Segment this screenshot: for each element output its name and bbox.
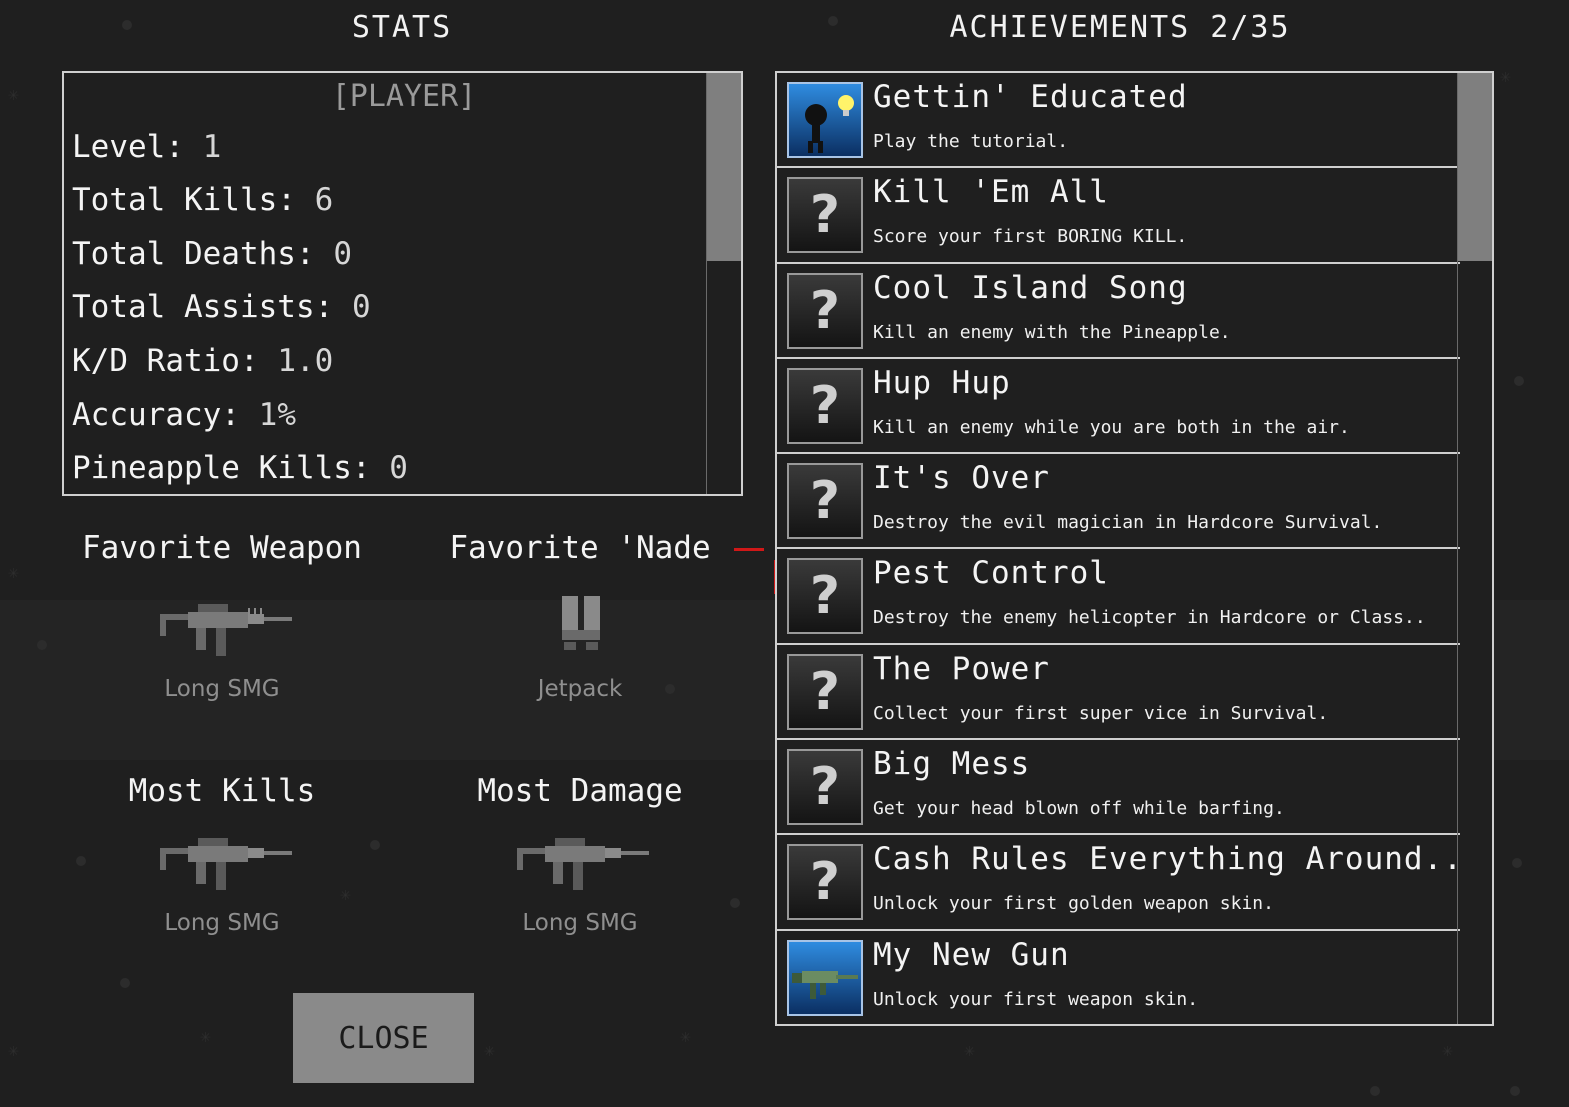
achievement-desc: Kill an enemy with the Pineapple. bbox=[873, 321, 1231, 343]
achievements-list: Gettin' Educated Play the tutorial. ? Ki… bbox=[777, 73, 1463, 1024]
long-smg-icon bbox=[517, 838, 649, 890]
achievement-row[interactable]: ? Kill 'Em All Score your first BORING K… bbox=[777, 168, 1460, 264]
stats-scrollbar-thumb[interactable] bbox=[707, 73, 741, 261]
achievement-desc: Kill an enemy while you are both in the … bbox=[873, 416, 1350, 438]
rifle-icon bbox=[787, 939, 863, 1016]
stats-heading: STATS bbox=[351, 10, 453, 45]
achievement-desc: Destroy the evil magician in Hardcore Su… bbox=[873, 512, 1383, 534]
stat-level: Level: 1 bbox=[72, 129, 222, 165]
stat-pineapple-kills: Pineapple Kills: 0 bbox=[72, 450, 408, 486]
stat-accuracy: Accuracy: 1% bbox=[72, 397, 296, 433]
achievement-desc: Unlock your first weapon skin. bbox=[873, 988, 1199, 1010]
jetpack-icon bbox=[562, 596, 600, 650]
achievement-desc: Unlock your first golden weapon skin. bbox=[873, 893, 1274, 915]
achievement-desc: Get your head blown off while barfing. bbox=[873, 798, 1285, 820]
most-damage-title: Most Damage bbox=[477, 773, 683, 809]
achievement-title: Pest Control bbox=[873, 555, 1109, 592]
achievement-desc: Play the tutorial. bbox=[873, 131, 1069, 152]
achievement-title: The Power bbox=[873, 650, 1050, 687]
achievement-desc: Score your first BORING KILL. bbox=[873, 226, 1188, 248]
stats-panel: [PLAYER] Level: 1 Total Kills: 6 Total D… bbox=[62, 71, 743, 496]
most-damage-weapon-name: Long SMG bbox=[522, 910, 638, 936]
achievement-row[interactable]: ? Big Mess Get your head blown off while… bbox=[777, 740, 1460, 836]
question-mark-icon: ? bbox=[787, 749, 863, 826]
achievement-title: Cash Rules Everything Around.. bbox=[873, 841, 1463, 878]
achievement-desc: Collect your first super vice in Surviva… bbox=[873, 702, 1329, 724]
achievement-title: Gettin' Educated bbox=[873, 79, 1188, 115]
achievement-title: It's Over bbox=[873, 460, 1050, 497]
achievement-row[interactable]: ? Cash Rules Everything Around.. Unlock … bbox=[777, 835, 1463, 931]
achievement-title: Kill 'Em All bbox=[873, 174, 1109, 211]
achievements-panel: Gettin' Educated Play the tutorial. ? Ki… bbox=[775, 71, 1494, 1026]
selection-marker bbox=[734, 548, 764, 551]
achievement-title: My New Gun bbox=[873, 936, 1070, 973]
achievements-heading: ACHIEVEMENTS 2/35 bbox=[949, 10, 1291, 45]
stat-total-assists: Total Assists: 0 bbox=[72, 289, 371, 325]
question-mark-icon: ? bbox=[787, 463, 863, 540]
favorite-nade-name: Jetpack bbox=[537, 676, 623, 702]
achievement-title: Cool Island Song bbox=[873, 269, 1188, 306]
stickman-lightbulb-icon bbox=[787, 82, 863, 158]
long-smg-icon bbox=[160, 838, 292, 890]
achievement-row[interactable]: ? Cool Island Song Kill an enemy with th… bbox=[777, 264, 1460, 359]
stat-total-kills: Total Kills: 6 bbox=[72, 182, 334, 218]
stat-kd-ratio: K/D Ratio: 1.0 bbox=[72, 343, 334, 379]
player-name: [PLAYER] bbox=[331, 79, 477, 114]
stats-scrollbar[interactable] bbox=[706, 73, 741, 494]
stat-total-deaths: Total Deaths: 0 bbox=[72, 236, 352, 272]
question-mark-icon: ? bbox=[787, 844, 863, 921]
achievement-row[interactable]: ? It's Over Destroy the evil magician in… bbox=[777, 454, 1460, 550]
question-mark-icon: ? bbox=[787, 558, 863, 635]
question-mark-icon: ? bbox=[787, 653, 863, 730]
achievements-scrollbar[interactable] bbox=[1457, 73, 1492, 1024]
favorite-weapon-name: Long SMG bbox=[164, 676, 280, 702]
achievement-title: Big Mess bbox=[873, 746, 1031, 783]
question-mark-icon: ? bbox=[787, 177, 863, 254]
achievement-row[interactable]: My New Gun Unlock your first weapon skin… bbox=[777, 931, 1460, 1024]
long-smg-icon bbox=[160, 604, 292, 656]
achievement-desc: Destroy the enemy helicopter in Hardcore… bbox=[873, 607, 1426, 629]
achievement-row[interactable]: Gettin' Educated Play the tutorial. bbox=[777, 73, 1460, 169]
most-kills-weapon-name: Long SMG bbox=[164, 910, 280, 936]
achievements-scrollbar-thumb[interactable] bbox=[1458, 73, 1492, 261]
favorite-weapon-title: Favorite Weapon bbox=[82, 530, 362, 566]
achievement-row[interactable]: ? Hup Hup Kill an enemy while you are bo… bbox=[777, 359, 1460, 455]
favorite-nade-title: Favorite 'Nade bbox=[449, 530, 711, 566]
achievement-row[interactable]: ? The Power Collect your first super vic… bbox=[777, 645, 1460, 741]
close-button[interactable]: CLOSE bbox=[293, 993, 474, 1083]
achievement-row[interactable]: ? Pest Control Destroy the enemy helicop… bbox=[777, 549, 1460, 645]
question-mark-icon: ? bbox=[787, 272, 863, 349]
achievement-title: Hup Hup bbox=[873, 364, 1011, 401]
most-kills-title: Most Kills bbox=[128, 773, 316, 809]
question-mark-icon: ? bbox=[787, 367, 863, 444]
